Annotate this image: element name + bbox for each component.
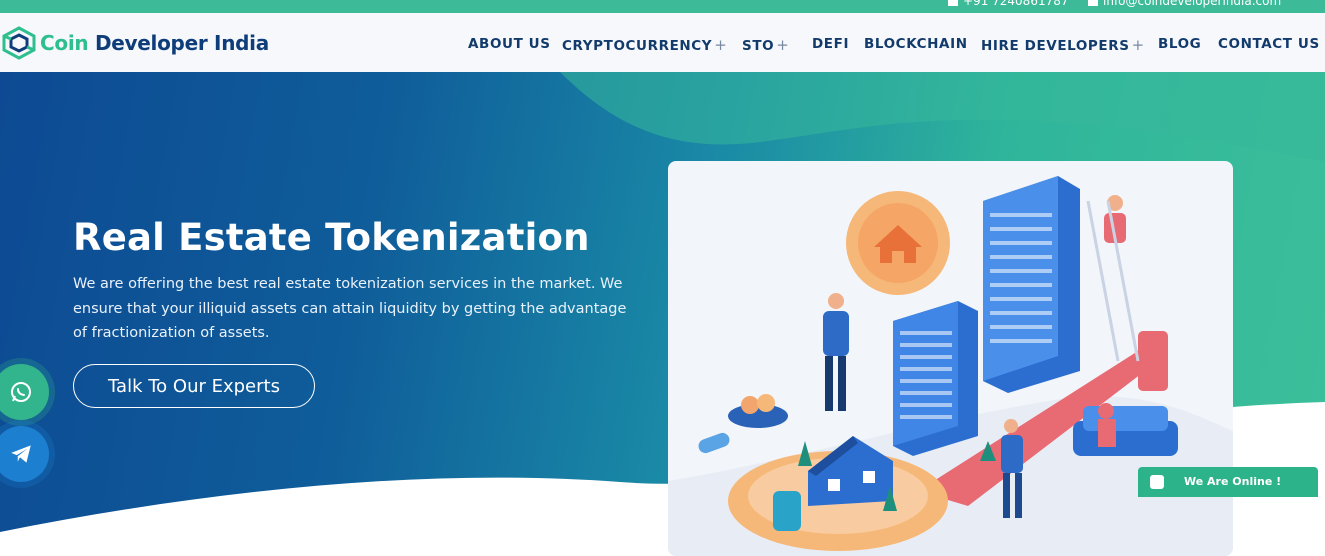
telegram-icon (11, 445, 31, 463)
phone-number: +91 7240861787 (963, 0, 1069, 8)
envelope-icon (1088, 0, 1098, 6)
nav-label: DEFI (812, 36, 850, 52)
whatsapp-icon (11, 382, 31, 402)
nav-contact-us[interactable]: CONTACT US (1218, 36, 1320, 52)
brand-logo[interactable]: Coin Developer India (0, 25, 269, 61)
expand-plus-icon: + (1131, 36, 1145, 54)
nav-label: CONTACT US (1218, 36, 1320, 52)
nav-label: ABOUT US (468, 36, 551, 52)
nav-label: CRYPTOCURRENCY (562, 38, 713, 54)
nav-cryptocurrency[interactable]: CRYPTOCURRENCY + (562, 36, 727, 54)
hero-section: Real Estate Tokenization We are offering… (0, 72, 1325, 556)
expand-plus-icon: + (776, 36, 790, 54)
hero-description: We are offering the best real estate tok… (73, 276, 627, 341)
email-contact[interactable]: info@coindeveloperindia.com (1088, 0, 1281, 8)
nav-about-us[interactable]: ABOUT US (468, 36, 551, 52)
brand-name-part1: Coin (40, 31, 89, 55)
nav-label: STO (742, 38, 775, 54)
expand-plus-icon: + (714, 36, 728, 54)
nav-label: HIRE DEVELOPERS (981, 38, 1130, 54)
nav-label: BLOG (1158, 36, 1202, 52)
chat-label: We Are Online ! (1184, 475, 1282, 488)
top-contact-bar: +91 7240861787 info@coindeveloperindia.c… (0, 0, 1325, 13)
hero-title: Real Estate Tokenization (73, 216, 590, 259)
nav-defi[interactable]: DEFI (812, 36, 849, 52)
nav-sto[interactable]: STO + (742, 36, 789, 54)
phone-contact[interactable]: +91 7240861787 (948, 0, 1069, 8)
brand-name: Coin Developer India (40, 31, 269, 55)
nav-hire-developers[interactable]: HIRE DEVELOPERS + (981, 36, 1145, 54)
brand-name-part2: Developer India (94, 31, 269, 55)
chat-bubble-icon (1150, 475, 1164, 489)
talk-to-experts-button[interactable]: Talk To Our Experts (73, 364, 315, 408)
nav-blog[interactable]: BLOG (1158, 36, 1201, 52)
nav-label: BLOCKCHAIN (864, 36, 968, 52)
phone-icon (948, 0, 958, 6)
cube-logo-icon (2, 26, 36, 60)
email-address: info@coindeveloperindia.com (1103, 0, 1282, 8)
live-chat-widget[interactable]: We Are Online ! (1138, 467, 1318, 497)
nav-blockchain[interactable]: BLOCKCHAIN (864, 36, 968, 52)
site-header: Coin Developer India ABOUT US CRYPTOCURR… (0, 13, 1325, 72)
